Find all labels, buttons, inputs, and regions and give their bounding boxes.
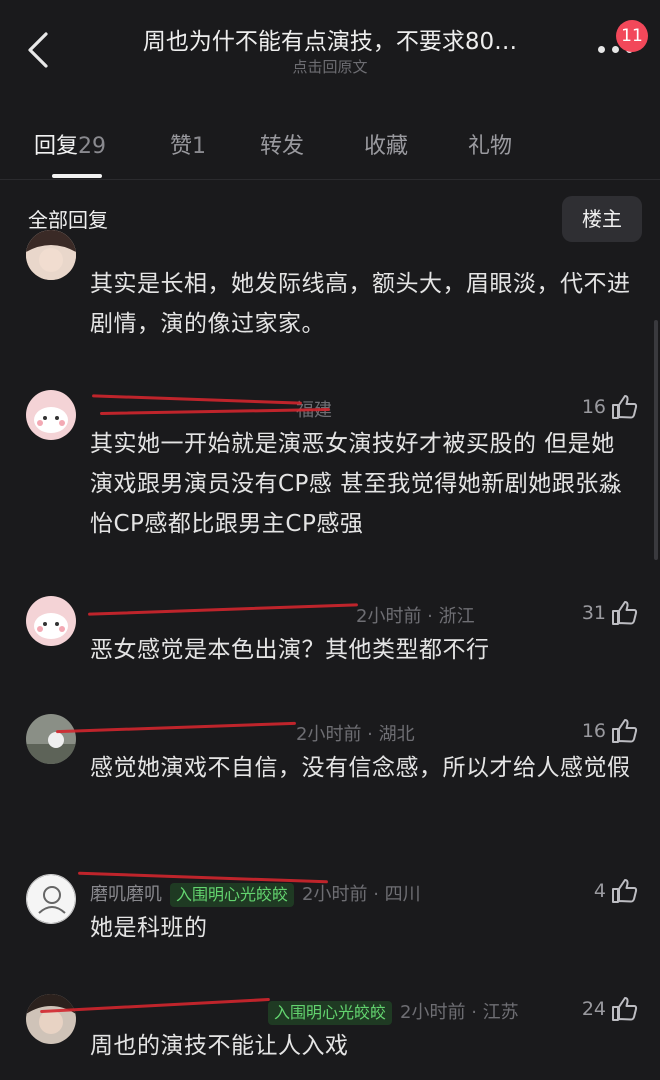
comment-time: 2小时前 bbox=[400, 1002, 466, 1023]
comment-location: 浙江 bbox=[438, 606, 475, 627]
comment-meta: 磨叽磨叽 入围明心光皎皎 2小时前 · 四川 bbox=[90, 883, 421, 907]
like-count: 24 bbox=[581, 998, 606, 1020]
comment-text: 她是科班的 bbox=[90, 915, 208, 941]
like-count: 31 bbox=[581, 602, 606, 624]
user-badge-tag: 入围明心光皎皎 bbox=[268, 1001, 393, 1025]
top-bar: 周也为什不能有点演技，不要求80… 点击回原文 11 bbox=[0, 0, 660, 100]
tab-reposts[interactable]: 转发 bbox=[260, 128, 304, 160]
tab-replies[interactable]: 回复29 bbox=[34, 128, 106, 160]
thumbs-up-icon bbox=[612, 879, 638, 903]
tab-likes-count: 1 bbox=[192, 134, 207, 159]
tab-replies-label: 回复 bbox=[34, 134, 79, 159]
comment-text: 恶女感觉是本色出演？其他类型都不行 bbox=[90, 637, 490, 663]
thumbs-up-icon bbox=[612, 719, 638, 743]
tab-likes[interactable]: 赞1 bbox=[170, 128, 206, 160]
tab-favorites[interactable]: 收藏 bbox=[364, 128, 408, 160]
back-to-original-link[interactable]: 点击回原文 bbox=[110, 56, 550, 77]
back-arrow-icon[interactable] bbox=[22, 30, 56, 70]
tab-replies-count: 29 bbox=[78, 134, 107, 159]
tab-likes-label: 赞 bbox=[170, 134, 193, 159]
comment-username[interactable]: 磨叽磨叽 bbox=[90, 884, 162, 905]
thumbs-up-icon bbox=[612, 601, 638, 625]
scrollbar[interactable] bbox=[654, 320, 658, 560]
comment-location: 四川 bbox=[384, 884, 421, 905]
comment-time: 2小时前 bbox=[356, 606, 422, 627]
like-button[interactable]: 16 bbox=[582, 717, 638, 745]
user-avatar[interactable] bbox=[26, 596, 76, 646]
comment-meta: 入围明心光皎皎 2小时前 · 江苏 bbox=[90, 998, 519, 1025]
notification-badge: 11 bbox=[616, 20, 648, 52]
user-avatar[interactable] bbox=[26, 390, 76, 440]
active-tab-indicator bbox=[52, 174, 102, 178]
comment-location: 湖北 bbox=[378, 724, 415, 745]
thumbs-up-icon bbox=[612, 997, 638, 1021]
thumbs-up-icon bbox=[612, 395, 638, 419]
post-title[interactable]: 周也为什不能有点演技，不要求80… bbox=[110, 22, 550, 56]
like-count: 16 bbox=[581, 720, 606, 742]
comment-text: 其实是长相，她发际线高，额头大，眉眼淡，代不进剧情，演的像过家家。 bbox=[90, 271, 631, 337]
like-count: 4 bbox=[593, 880, 606, 902]
tab-bar: 回复29 赞1 转发 收藏 礼物 bbox=[0, 118, 660, 180]
like-button[interactable]: 4 bbox=[594, 877, 638, 905]
comment-text: 其实她一开始就是演恶女演技好才被买股的 但是她演戏跟男演员没有CP感 甚至我觉得… bbox=[90, 431, 623, 537]
user-avatar[interactable] bbox=[26, 714, 76, 764]
all-replies-label[interactable]: 全部回复 bbox=[28, 204, 108, 233]
user-avatar[interactable] bbox=[26, 994, 76, 1044]
like-button[interactable]: 16 bbox=[582, 393, 638, 421]
comment-text: 感觉她演戏不自信，没有信念感，所以才给人感觉假 bbox=[90, 755, 631, 781]
like-count: 16 bbox=[581, 396, 606, 418]
tab-gifts[interactable]: 礼物 bbox=[468, 128, 512, 160]
comment-time: 2小时前 bbox=[296, 724, 362, 745]
comment-location: 江苏 bbox=[482, 1002, 519, 1023]
user-avatar[interactable] bbox=[26, 874, 76, 924]
comment-text: 周也的演技不能让人入戏 bbox=[90, 1033, 349, 1059]
owner-only-button[interactable]: 楼主 bbox=[562, 196, 642, 242]
user-avatar[interactable] bbox=[26, 230, 76, 280]
comment-time: 2小时前 bbox=[302, 884, 368, 905]
like-button[interactable]: 31 bbox=[582, 599, 638, 627]
like-button[interactable]: 24 bbox=[582, 995, 638, 1023]
user-badge-tag: 入围明心光皎皎 bbox=[170, 883, 295, 907]
filter-bar: 全部回复 bbox=[0, 180, 660, 254]
